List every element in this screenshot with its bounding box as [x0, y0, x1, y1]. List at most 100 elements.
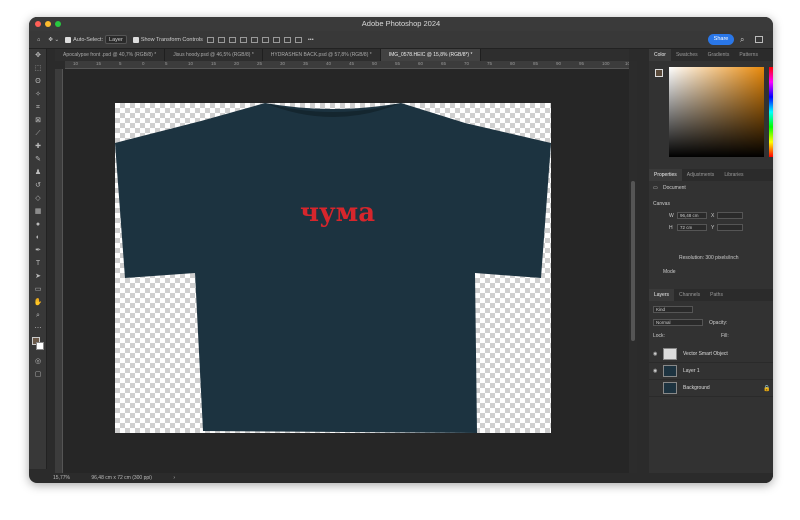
visibility-eye-icon[interactable]: ◉	[653, 351, 657, 357]
share-button[interactable]: Share	[708, 34, 734, 45]
rectangle-icon[interactable]: ▭	[29, 283, 47, 296]
layer-row[interactable]: ◉ Vector Smart Object	[649, 346, 773, 363]
healing-brush-icon[interactable]: ✚	[29, 140, 47, 153]
height-field[interactable]: 72 cm	[677, 224, 707, 231]
search-icon[interactable]: ⌕	[740, 35, 744, 45]
color-picker-field[interactable]	[669, 67, 764, 157]
tab-libraries[interactable]: Libraries	[719, 169, 748, 181]
hand-icon[interactable]: ✋	[29, 296, 47, 309]
layer-row[interactable]: ◉ Layer 1	[649, 363, 773, 380]
y-field[interactable]	[717, 224, 743, 231]
tab-channels[interactable]: Channels	[674, 289, 705, 301]
tab-jisus-hoody[interactable]: Jisus hoody.psd @ 46,5% (RGB/8) *	[165, 49, 263, 61]
eraser-icon[interactable]: ◇	[29, 192, 47, 205]
canvas-section-label[interactable]: Canvas	[653, 201, 670, 207]
quick-mask-icon[interactable]: ◎	[29, 355, 47, 368]
layers-footer	[649, 473, 773, 483]
zoom-level[interactable]: 15,77%	[53, 475, 70, 481]
transform-controls-checkbox[interactable]	[132, 36, 139, 43]
blur-icon[interactable]: ●	[29, 218, 47, 231]
align-center-icon[interactable]	[217, 36, 225, 43]
distribute-icon[interactable]	[272, 36, 280, 43]
blend-mode-select[interactable]: Normal	[653, 319, 703, 326]
lock-icon: 🔒	[763, 385, 771, 392]
ruler-tick-label: 100	[602, 61, 610, 66]
align-right-icon[interactable]	[228, 36, 236, 43]
width-field[interactable]: 96,48 cm	[677, 212, 707, 219]
hue-slider[interactable]	[769, 67, 773, 157]
tab-gradients[interactable]: Gradients	[703, 49, 735, 61]
x-field[interactable]	[717, 212, 743, 219]
type-icon[interactable]: T	[29, 257, 47, 270]
more-options-button[interactable]: •••	[308, 37, 314, 43]
layer-thumbnail	[663, 348, 677, 360]
layer-name: Background	[683, 385, 710, 391]
tab-hydrashen-back[interactable]: HYDRASHEN BACK.psd @ 57,8% (RGB/8) *	[263, 49, 381, 61]
history-brush-icon[interactable]: ↺	[29, 179, 47, 192]
tab-apocalypse-front[interactable]: Apocalypse front .psd @ 40,7% (RGB/8) *	[55, 49, 166, 61]
move-icon[interactable]: ✥	[29, 49, 47, 62]
ruler-tick-label: 15	[211, 61, 217, 66]
auto-select-dropdown[interactable]: Layer	[105, 35, 127, 44]
auto-select-checkbox[interactable]	[65, 36, 72, 43]
ruler-tick-label: 25	[257, 61, 263, 66]
close-button[interactable]	[35, 21, 41, 27]
tab-img-0578[interactable]: IMG_0578.HEIC @ 15,8% (RGB/8*) *	[380, 49, 482, 61]
tab-patterns[interactable]: Patterns	[734, 49, 763, 61]
status-menu-arrow[interactable]: ›	[173, 475, 175, 481]
magic-wand-icon[interactable]: ✧	[29, 88, 47, 101]
tab-paths[interactable]: Paths	[705, 289, 728, 301]
zoom-button[interactable]	[55, 21, 61, 27]
lasso-icon[interactable]: ʘ	[29, 75, 47, 88]
distribute-3-icon[interactable]	[294, 36, 302, 43]
pen-icon[interactable]: ✒	[29, 244, 47, 257]
ruler-tick-label: 80	[510, 61, 516, 66]
color-panel-tabs: Color Swatches Gradients Patterns	[649, 49, 773, 61]
align-bottom-icon[interactable]	[261, 36, 269, 43]
tab-properties[interactable]: Properties	[649, 169, 682, 181]
marquee-icon[interactable]: ⬚	[29, 62, 47, 75]
visibility-eye-icon[interactable]: ◉	[653, 368, 657, 374]
gradient-icon[interactable]: ▦	[29, 205, 47, 218]
screen-mode-icon[interactable]: ▢	[29, 368, 47, 381]
background-color-swatch[interactable]	[36, 342, 44, 350]
frame-icon[interactable]: ⊠	[29, 114, 47, 127]
canvas-area[interactable]: чума	[63, 69, 629, 473]
eyedropper-icon[interactable]: ⟋	[29, 127, 47, 140]
home-icon[interactable]: ⌂	[37, 37, 40, 43]
document-canvas[interactable]: чума	[115, 103, 551, 433]
tab-adjustments[interactable]: Adjustments	[682, 169, 720, 181]
layer-thumbnail	[663, 382, 677, 394]
ruler-tick-label: 5	[119, 61, 122, 66]
document-size: 96,48 cm x 72 cm (300 ppi)	[91, 475, 152, 481]
brush-icon[interactable]: ✎	[29, 153, 47, 166]
distribute-2-icon[interactable]	[283, 36, 291, 43]
crop-icon[interactable]: ⌗	[29, 101, 47, 114]
layer-kind-filter[interactable]: Kind	[653, 306, 693, 313]
tab-swatches[interactable]: Swatches	[671, 49, 703, 61]
layer-row[interactable]: Background 🔒	[649, 380, 773, 397]
auto-select-label: Auto-Select:	[73, 36, 104, 43]
path-selection-icon[interactable]: ➤	[29, 270, 47, 283]
current-color-swatch[interactable]	[655, 69, 663, 77]
tab-color[interactable]: Color	[649, 49, 671, 61]
minimize-button[interactable]	[45, 21, 51, 27]
zoom-icon[interactable]: ⌕	[29, 309, 47, 322]
dodge-icon[interactable]: ◐	[29, 231, 47, 244]
document-tabs: Apocalypse front .psd @ 40,7% (RGB/8) * …	[55, 49, 629, 61]
stamp-icon[interactable]: ♟	[29, 166, 47, 179]
tab-layers[interactable]: Layers	[649, 289, 675, 301]
move-tool-icon[interactable]: ✥ ⌄	[48, 37, 59, 43]
ruler-tick-label: 30	[280, 61, 286, 66]
workspace-icon[interactable]	[755, 36, 763, 43]
align-middle-icon[interactable]	[250, 36, 258, 43]
align-top-icon[interactable]	[239, 36, 247, 43]
ruler-tick-label: 10	[73, 61, 79, 66]
properties-panel-tabs: Properties Adjustments Libraries	[649, 169, 773, 181]
vertical-scroll-thumb[interactable]	[631, 181, 635, 341]
vertical-scrollbar[interactable]	[629, 61, 637, 473]
horizontal-ruler: 10 15 5 0 5 10 15 20 25 30 35 40 45 50 55 60 65 70 75 80 85 9…	[65, 61, 629, 69]
align-left-icon[interactable]	[206, 36, 214, 43]
more-tools-icon[interactable]: ⋯	[29, 322, 47, 335]
color-swap-icon[interactable]	[29, 335, 47, 355]
